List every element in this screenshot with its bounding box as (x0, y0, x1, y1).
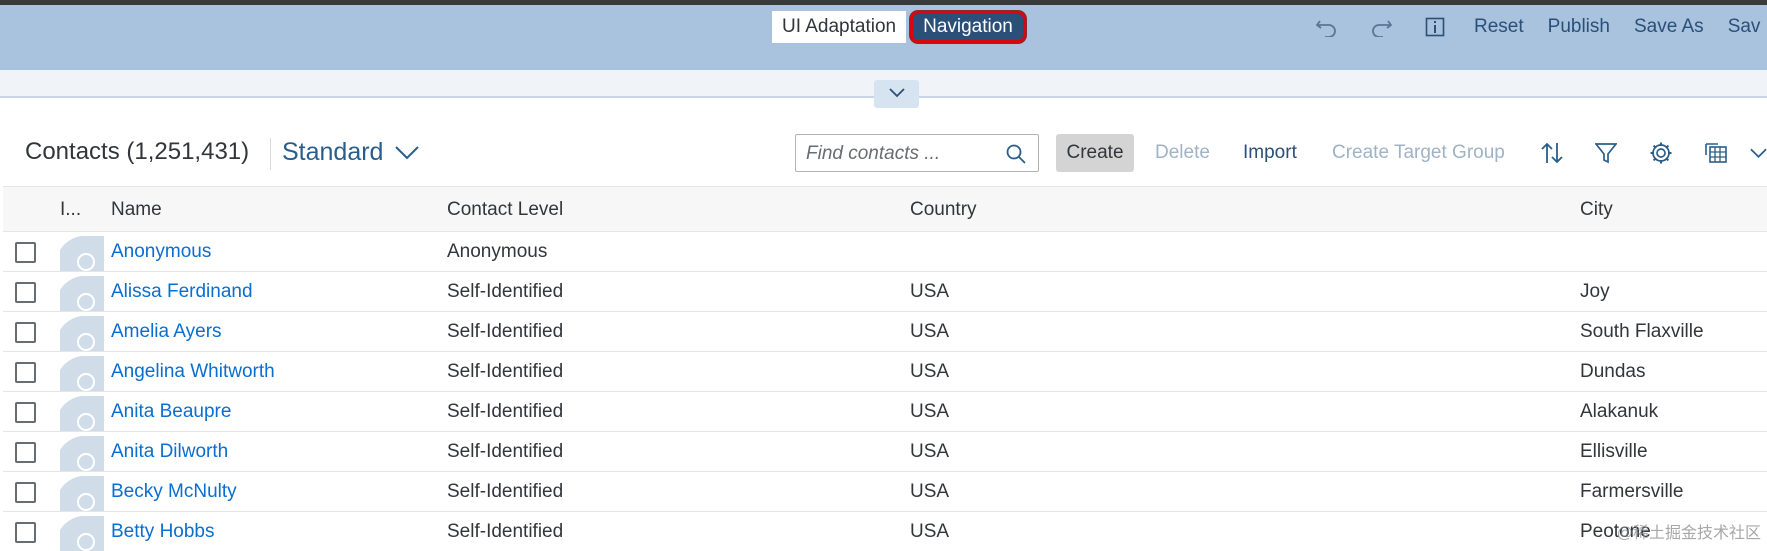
info-icon[interactable] (1408, 11, 1462, 43)
ui-adaptation-mode-button[interactable]: UI Adaptation (772, 11, 907, 43)
contact-level: Self-Identified (447, 321, 564, 342)
contact-city: Dundas (1580, 361, 1646, 382)
contact-name-link[interactable]: Alissa Ferdinand (111, 272, 253, 311)
chevron-down-icon[interactable] (1750, 140, 1767, 166)
adaptation-actions: Reset Publish Save As Sav (1300, 11, 1767, 43)
search-icon[interactable] (1006, 144, 1026, 169)
column-header-name[interactable]: Name (111, 187, 162, 233)
contact-level: Self-Identified (447, 281, 564, 302)
column-header-image[interactable]: I... (60, 187, 81, 233)
reset-button[interactable]: Reset (1462, 11, 1536, 43)
contacts-table: I... Name Contact Level Country City Ano… (3, 186, 1767, 551)
row-checkbox[interactable] (15, 482, 36, 503)
avatar-icon (60, 235, 104, 271)
table-row[interactable]: Becky McNulty Self-Identified USA Farmersvi… (3, 472, 1767, 512)
column-header-city[interactable]: City (1580, 187, 1613, 233)
filter-icon[interactable] (1592, 140, 1620, 166)
table-body: Anonymous Anonymous Alissa Ferdinand Self-I… (3, 232, 1767, 551)
toolbar-divider (270, 138, 271, 170)
contact-name-link[interactable]: Anita Dilworth (111, 432, 228, 471)
table-row[interactable]: Anita Dilworth Self-Identified USA Ellisvil… (3, 432, 1767, 472)
search-input[interactable] (806, 141, 996, 167)
table-row[interactable]: Alissa Ferdinand Self-Identified USA Joy (3, 272, 1767, 312)
adaptation-toolbar: UI Adaptation Navigation Reset Publish S… (0, 5, 1767, 70)
table-row[interactable]: Anita Beaupre Self-Identified USA Alakanuk (3, 392, 1767, 432)
table-row[interactable]: Angelina Whitworth Self-Identified USA Dund… (3, 352, 1767, 392)
save-button-truncated[interactable]: Sav (1716, 11, 1767, 43)
avatar-icon (60, 315, 104, 351)
contact-city: Alakanuk (1580, 401, 1659, 422)
settings-icon[interactable] (1647, 140, 1675, 166)
redo-icon[interactable] (1354, 11, 1408, 43)
avatar-icon (60, 395, 104, 431)
publish-button[interactable]: Publish (1536, 11, 1622, 43)
contact-city: Farmersville (1580, 481, 1684, 502)
undo-icon[interactable] (1300, 11, 1354, 43)
contact-city: Ellisville (1580, 441, 1648, 462)
navigation-mode-button[interactable]: Navigation (910, 11, 1026, 43)
sort-icon[interactable] (1538, 140, 1566, 166)
delete-button[interactable]: Delete (1155, 134, 1210, 172)
row-checkbox[interactable] (15, 442, 36, 463)
row-checkbox[interactable] (15, 282, 36, 303)
table-header: I... Name Contact Level Country City (3, 186, 1767, 232)
export-icon[interactable] (1702, 140, 1730, 166)
table-row[interactable]: Amelia Ayers Self-Identified USA South Flax… (3, 312, 1767, 352)
contact-country: USA (910, 441, 950, 462)
contact-city: South Flaxville (1580, 321, 1704, 342)
contact-country: USA (910, 361, 950, 382)
variant-label: Standard (282, 138, 384, 166)
avatar-icon (60, 355, 104, 391)
row-checkbox[interactable] (15, 522, 36, 543)
contact-name-link[interactable]: Betty Hobbs (111, 512, 215, 551)
column-header-country[interactable]: Country (910, 187, 977, 233)
table-toolbar: Contacts (1,251,431) Standard Create Del… (0, 128, 1767, 178)
column-header-contact-level[interactable]: Contact Level (447, 187, 563, 233)
row-checkbox[interactable] (15, 402, 36, 423)
save-as-button[interactable]: Save As (1622, 11, 1716, 43)
avatar-icon (60, 475, 104, 511)
contact-city: Joy (1580, 281, 1610, 302)
contact-country: USA (910, 321, 950, 342)
contact-country: USA (910, 521, 950, 542)
expand-header-button[interactable] (874, 80, 919, 108)
create-button[interactable]: Create (1056, 134, 1134, 172)
contact-country: USA (910, 481, 950, 502)
contact-level: Self-Identified (447, 401, 564, 422)
contact-name-link[interactable]: Anonymous (111, 232, 211, 271)
contact-name-link[interactable]: Becky McNulty (111, 472, 237, 511)
search-field (795, 134, 1039, 172)
row-checkbox[interactable] (15, 242, 36, 263)
chevron-down-icon (888, 85, 905, 103)
contact-name-link[interactable]: Amelia Ayers (111, 312, 222, 351)
table-title: Contacts (1,251,431) (25, 138, 250, 165)
import-button[interactable]: Import (1243, 134, 1297, 172)
contact-country: USA (910, 401, 950, 422)
avatar-icon (60, 275, 104, 311)
chevron-down-icon (395, 138, 420, 167)
contact-country: USA (910, 281, 950, 302)
contact-name-link[interactable]: Angelina Whitworth (111, 352, 275, 391)
avatar-icon (60, 435, 104, 471)
contact-level: Self-Identified (447, 361, 564, 382)
mode-switch: UI Adaptation Navigation (772, 11, 1026, 43)
avatar-icon (60, 515, 104, 551)
contact-level: Self-Identified (447, 521, 564, 542)
watermark: @稀土掘金技术社区 (1616, 525, 1761, 542)
variant-selector[interactable]: Standard (282, 138, 420, 167)
contact-level: Anonymous (447, 241, 548, 262)
table-row[interactable]: Betty Hobbs Self-Identified USA Peotone (3, 512, 1767, 551)
contact-name-link[interactable]: Anita Beaupre (111, 392, 231, 431)
create-target-group-button[interactable]: Create Target Group (1332, 134, 1505, 172)
contact-level: Self-Identified (447, 481, 564, 502)
row-checkbox[interactable] (15, 362, 36, 383)
contact-level: Self-Identified (447, 441, 564, 462)
row-checkbox[interactable] (15, 322, 36, 343)
table-row[interactable]: Anonymous Anonymous (3, 232, 1767, 272)
